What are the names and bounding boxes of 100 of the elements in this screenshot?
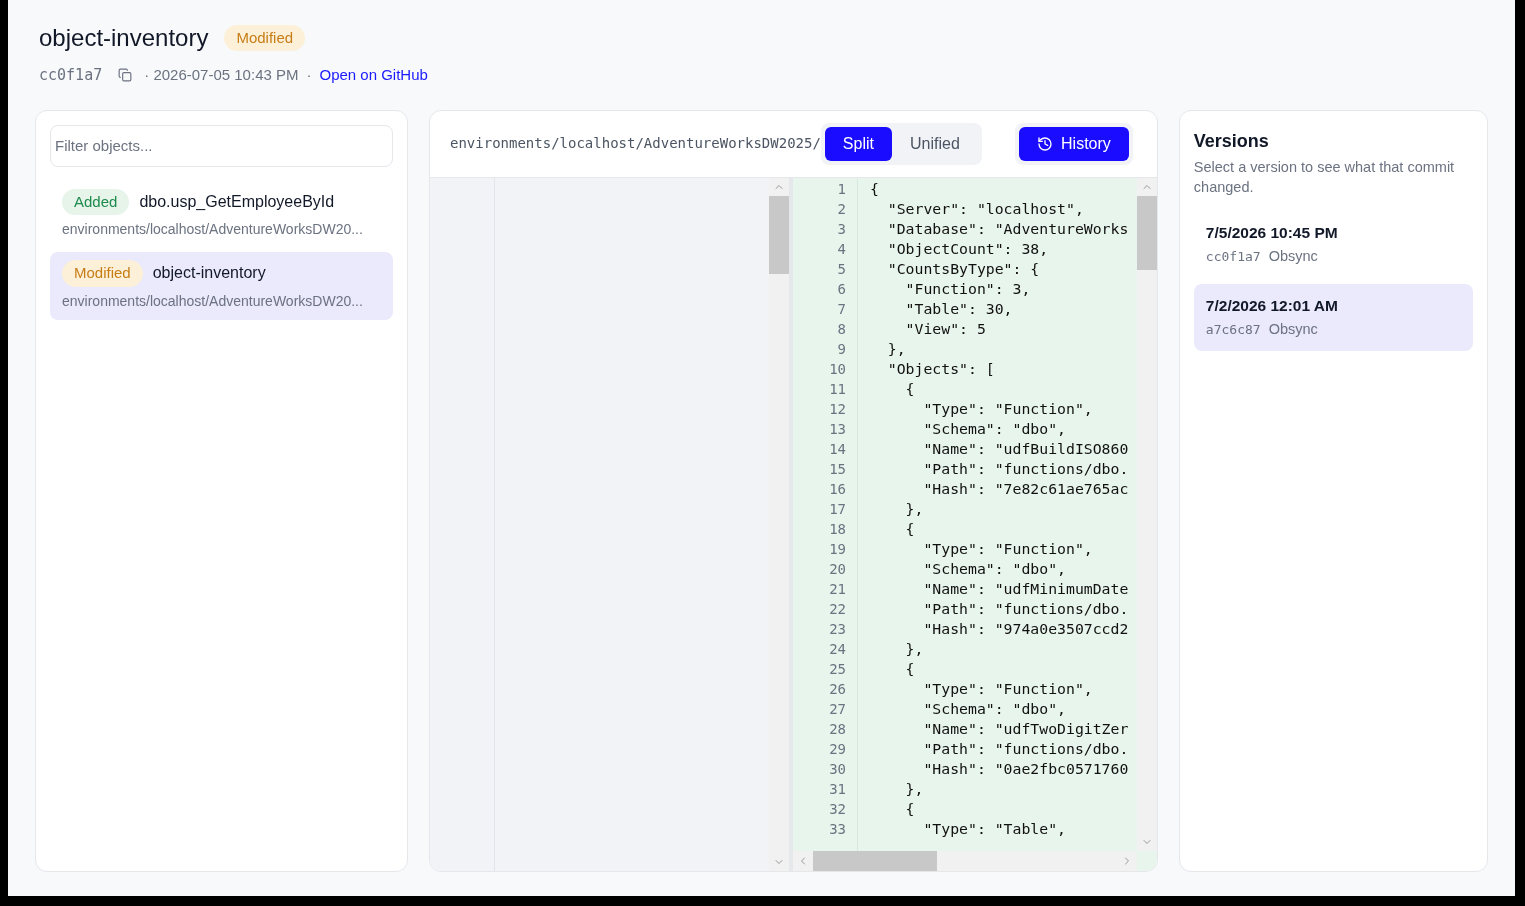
line-number: 21 (829, 579, 846, 599)
file-path: environments/localhost/AdventureWorksDW2025/ (450, 134, 821, 153)
line-number: 13 (829, 419, 846, 439)
commit-hash: a7c6c87 (1205, 320, 1261, 339)
code-line: "Function": 3, (904, 278, 1031, 299)
code-line: }, (886, 338, 906, 359)
line-number: 3 (837, 219, 846, 239)
version-item[interactable]: 7/2/2026 12:01 AM a7c6c87 Obsync (1193, 283, 1473, 351)
code-line: "Type": "Function", (922, 678, 1093, 699)
object-path: environments/localhost/AdventureWorksDW20... (62, 291, 364, 311)
line-number: 30 (829, 759, 846, 779)
line-number: 29 (829, 739, 846, 759)
code-line: "Objects": [ (886, 358, 995, 379)
code-line: { (904, 798, 915, 819)
copy-icon[interactable] (118, 68, 133, 83)
page-title: object-inventory (39, 23, 209, 53)
code-line: "Type": "Function", (922, 398, 1093, 419)
code-line: "View": 5 (904, 318, 986, 339)
line-number: 14 (829, 439, 846, 459)
scrollbar[interactable] (769, 177, 789, 871)
code-line: "Schema": "dbo", (922, 558, 1066, 579)
line-number: 11 (829, 379, 846, 399)
line-number: 17 (829, 499, 846, 519)
line-number: 26 (829, 679, 846, 699)
separator: · (306, 65, 312, 85)
code-line: { (904, 378, 915, 399)
object-item[interactable]: Modified object-inventory environments/localhost/AdventureWorksDW20... (50, 252, 393, 320)
line-number: 18 (829, 519, 846, 539)
status-badge: Modified (62, 260, 143, 287)
line-number: 10 (829, 359, 846, 379)
code-line: "Hash": "0ae2fbc0571760 (922, 758, 1129, 779)
line-number: 9 (837, 339, 846, 359)
view-tab[interactable]: Unified (892, 126, 978, 161)
code-line: }, (904, 498, 924, 519)
view-tab[interactable]: Split (824, 126, 892, 161)
status-badge: Added (62, 188, 130, 215)
commit-author: Obsync (1268, 319, 1318, 339)
line-number: 32 (829, 799, 846, 819)
line-number: 8 (837, 319, 846, 339)
code-line: "Server": "localhost", (886, 198, 1084, 219)
version-date: 7/2/2026 12:01 AM (1205, 295, 1339, 316)
version-item[interactable]: 7/5/2026 10:45 PM cc0f1a7 Obsync (1193, 210, 1473, 278)
code-line: "Path": "functions/dbo. (922, 458, 1129, 479)
line-number: 24 (829, 639, 846, 659)
code-line: { (904, 658, 915, 679)
scrollbar-thumb[interactable] (813, 850, 937, 871)
line-number: 22 (829, 599, 846, 619)
line-number: 4 (837, 239, 846, 259)
status-badge: Modified (224, 24, 306, 52)
line-number: 27 (829, 699, 846, 719)
commit-author: Obsync (1268, 246, 1318, 266)
code-line: "Name": "udfMinimumDate (922, 578, 1129, 599)
object-name: object-inventory (152, 263, 266, 284)
code-line: "Schema": "dbo", (922, 698, 1066, 719)
line-number: 20 (829, 559, 846, 579)
code-line: "Path": "functions/dbo. (922, 738, 1129, 759)
line-number: 5 (837, 259, 846, 279)
versions-description: Select a version to see what that commit changed. (1193, 157, 1456, 197)
line-number: 1 (837, 179, 846, 199)
code-line: { (870, 178, 879, 199)
line-number: 23 (829, 619, 846, 639)
line-number: 16 (829, 479, 846, 499)
horizontal-scrollbar[interactable] (793, 850, 1137, 871)
line-number: 12 (829, 399, 846, 419)
scrollbar[interactable] (1136, 177, 1157, 851)
line-number: 28 (829, 719, 846, 739)
scrollbar-thumb[interactable] (769, 195, 789, 274)
filter-field[interactable]: Filter objects... (50, 124, 393, 167)
code-line: }, (904, 778, 924, 799)
object-name: dbo.usp_GetEmployeeById (139, 191, 335, 212)
line-number: 15 (829, 459, 846, 479)
line-number: 19 (829, 539, 846, 559)
object-item[interactable]: Added dbo.usp_GetEmployeeById environments/localhost/AdventureWorksDW20... (50, 180, 393, 248)
code-line: "Hash": "974a0e3507ccd2 (922, 618, 1129, 639)
code-line: }, (904, 638, 924, 659)
code-line: "Type": "Table", (922, 818, 1066, 839)
versions-title: Versions (1193, 129, 1270, 153)
history-button[interactable]: History (1019, 126, 1129, 161)
commit-date: · 2026-07-05 10:43 PM (144, 65, 299, 85)
object-path: environments/localhost/AdventureWorksDW20... (62, 220, 364, 239)
code-line: { (904, 518, 915, 539)
code-line: "CountsByType": { (886, 258, 1040, 279)
line-number: 33 (829, 819, 846, 839)
code-line: "Hash": "7e82c61ae765ac (922, 478, 1129, 499)
code-line: "Name": "udfBuildISO860 (922, 438, 1129, 459)
code-line: "Schema": "dbo", (922, 418, 1066, 439)
commit-hash: cc0f1a7 (39, 65, 103, 86)
github-link[interactable]: Open on GitHub (319, 64, 428, 87)
commit-hash: cc0f1a7 (1205, 247, 1261, 266)
line-number: 6 (837, 279, 846, 299)
code-line: "Table": 30, (904, 298, 1013, 319)
line-number: 2 (837, 199, 846, 219)
code-line: "ObjectCount": 38, (886, 238, 1049, 259)
code-line: "Database": "AdventureWorks (886, 218, 1129, 239)
line-number: 31 (829, 779, 846, 799)
line-number: 7 (837, 299, 846, 319)
code-line: "Type": "Function", (922, 538, 1093, 559)
history-icon (1037, 135, 1054, 152)
scrollbar-thumb[interactable] (1136, 195, 1157, 270)
code-line: "Path": "functions/dbo. (922, 598, 1129, 619)
